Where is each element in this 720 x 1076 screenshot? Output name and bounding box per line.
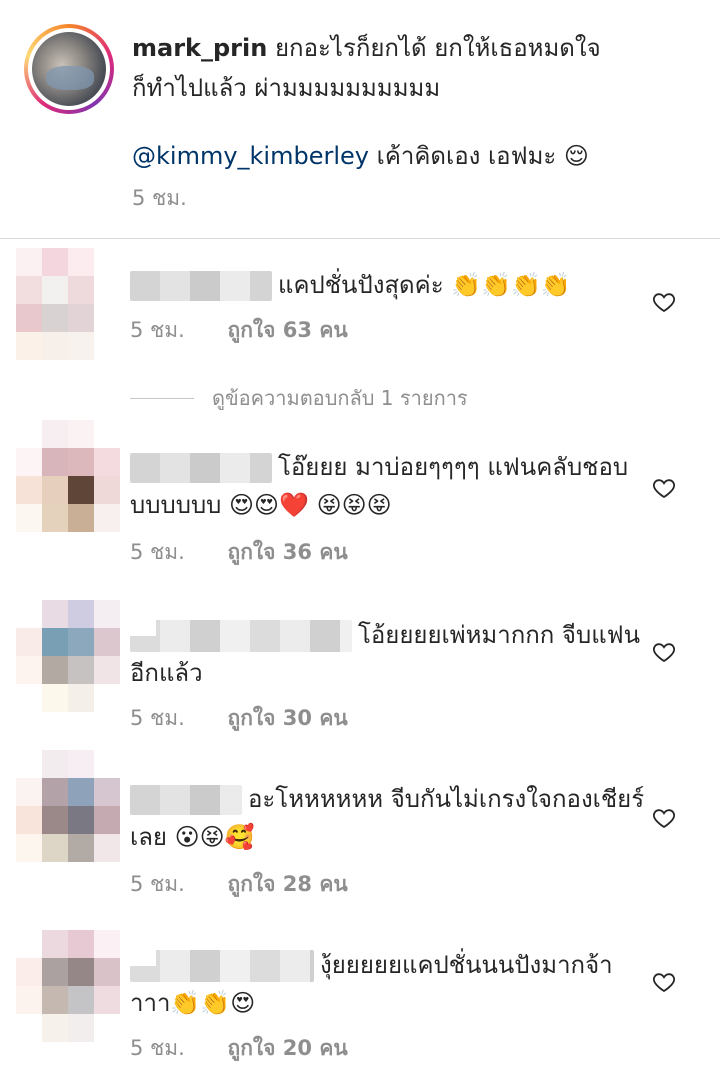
comment-text: งุ้ยยยยยแคปชั่นนนปังมากจ้าาาา👏👏😍 bbox=[130, 946, 650, 1022]
view-replies-link[interactable]: ดูข้อความตอบกลับ 1 รายการ bbox=[130, 382, 468, 414]
avatar[interactable] bbox=[16, 248, 120, 360]
caption-timestamp: 5 ชม. bbox=[132, 186, 187, 210]
avatar[interactable] bbox=[16, 930, 120, 1042]
heart-icon[interactable] bbox=[652, 290, 676, 314]
comment-meta: 5 ชม. ถูกใจ 63 คน bbox=[130, 314, 348, 347]
comment-text: แคปชั่นปังสุดค่ะ 👏👏👏👏 bbox=[130, 266, 650, 304]
avatar[interactable] bbox=[32, 32, 106, 106]
comment-meta: 5 ชม. ถูกใจ 20 คน bbox=[130, 1032, 348, 1065]
caption-mention-line: @kimmy_kimberley เค้าคิดเอง เอฟมะ 😌 bbox=[132, 136, 589, 176]
commenter-username[interactable] bbox=[130, 271, 272, 301]
comment-timestamp: 5 ชม. bbox=[130, 1036, 185, 1060]
caption-username[interactable]: mark_prin bbox=[132, 34, 267, 62]
avatar-frame bbox=[28, 28, 110, 110]
heart-icon[interactable] bbox=[652, 970, 676, 994]
divider bbox=[0, 238, 720, 239]
comment-meta: 5 ชม. ถูกใจ 36 คน bbox=[130, 536, 348, 569]
comment-meta: 5 ชม. ถูกใจ 30 คน bbox=[130, 702, 348, 735]
like-count[interactable]: ถูกใจ 28 คน bbox=[228, 872, 348, 896]
comment-timestamp: 5 ชม. bbox=[130, 706, 185, 730]
story-ring[interactable] bbox=[24, 24, 114, 114]
avatar[interactable] bbox=[16, 600, 120, 712]
commenter-username[interactable] bbox=[130, 620, 352, 652]
mention-text: เค้าคิดเอง เอฟมะ 😌 bbox=[376, 142, 589, 170]
replies-divider bbox=[130, 397, 194, 399]
caption-line-2: ก็ทำไปแล้ว ผ่ามมมมมมมมมม bbox=[132, 74, 441, 102]
like-count[interactable]: ถูกใจ 20 คน bbox=[228, 1036, 348, 1060]
comment-timestamp: 5 ชม. bbox=[130, 318, 185, 342]
caption-text: mark_prin ยกอะไรก็ยกได้ ยกให้เธอหมดใจ ก็… bbox=[132, 28, 692, 108]
view-replies-label: ดูข้อความตอบกลับ 1 รายการ bbox=[212, 386, 468, 410]
like-count[interactable]: ถูกใจ 63 คน bbox=[228, 318, 348, 342]
heart-icon[interactable] bbox=[652, 640, 676, 664]
post-caption: mark_prin ยกอะไรก็ยกได้ ยกให้เธอหมดใจ ก็… bbox=[0, 0, 720, 238]
comment-timestamp: 5 ชม. bbox=[130, 540, 185, 564]
avatar[interactable] bbox=[16, 420, 120, 532]
comment-timestamp: 5 ชม. bbox=[130, 872, 185, 896]
comment-text: อะโหหหหหห จีบกันไม่เกรงใจกองเชียร์เลย 😮😝… bbox=[130, 780, 650, 856]
heart-icon[interactable] bbox=[652, 476, 676, 500]
like-count[interactable]: ถูกใจ 36 คน bbox=[228, 540, 348, 564]
heart-icon[interactable] bbox=[652, 806, 676, 830]
commenter-username[interactable] bbox=[130, 785, 242, 815]
avatar[interactable] bbox=[16, 750, 120, 862]
mention-link[interactable]: @kimmy_kimberley bbox=[132, 142, 369, 170]
commenter-username[interactable] bbox=[130, 453, 272, 483]
comment-meta: 5 ชม. ถูกใจ 28 คน bbox=[130, 868, 348, 901]
comment-body: แคปชั่นปังสุดค่ะ 👏👏👏👏 bbox=[278, 271, 571, 299]
like-count[interactable]: ถูกใจ 30 คน bbox=[228, 706, 348, 730]
caption-line-1: ยกอะไรก็ยกได้ ยกให้เธอหมดใจ bbox=[274, 34, 601, 62]
comment-text: โอ้ยยยยเพ่หมากกก จีบแฟนอีกแล้ว bbox=[130, 616, 650, 692]
commenter-username[interactable] bbox=[130, 950, 314, 982]
comment-text: โอ๊ยยย มาบ่อยๆๆๆๆ แฟนคลับชอบบบบบบบ 😍😍❤️ … bbox=[130, 448, 650, 524]
